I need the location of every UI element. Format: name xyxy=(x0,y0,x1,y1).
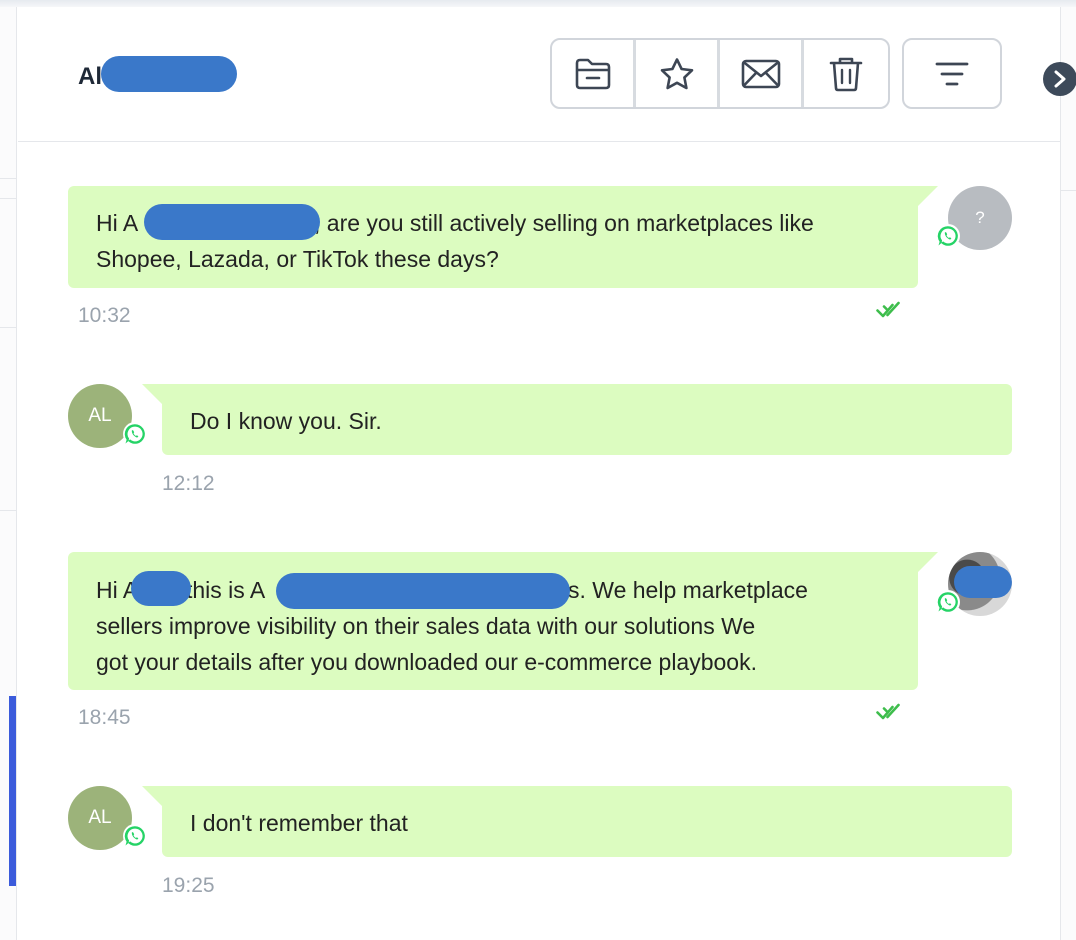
top-divider xyxy=(0,0,1076,7)
contact-name[interactable]: Al xyxy=(78,63,102,91)
delete-button[interactable] xyxy=(804,40,888,107)
bubble-tail xyxy=(918,552,938,572)
message-timestamp: 12:12 xyxy=(162,472,215,495)
message-text: sellers improve visibility on their sale… xyxy=(96,613,756,639)
details-panel-edge xyxy=(1060,7,1076,940)
message-text: s. We help marketplace xyxy=(568,577,808,603)
archive-button[interactable] xyxy=(552,40,636,107)
trash-icon xyxy=(829,57,863,91)
list-divider xyxy=(0,510,16,511)
whatsapp-icon xyxy=(123,824,147,848)
message-text: , are you still actively selling on mark… xyxy=(314,210,814,236)
whatsapp-icon xyxy=(936,224,960,248)
double-check-icon xyxy=(876,301,900,318)
whatsapp-icon xyxy=(123,422,147,446)
message-timestamp: 19:25 xyxy=(162,874,215,897)
conversation-list-edge xyxy=(0,7,17,940)
message-text: Do I know you. Sir. xyxy=(190,408,382,434)
message-timestamp: 10:32 xyxy=(78,304,131,327)
star-button[interactable] xyxy=(636,40,720,107)
redaction-mark xyxy=(144,204,320,240)
message-text: Shopee, Lazada, or TikTok these days? xyxy=(96,246,499,272)
list-divider xyxy=(0,178,16,179)
message-text: Hi A xyxy=(96,210,139,236)
email-button[interactable] xyxy=(720,40,804,107)
panel-divider xyxy=(1061,190,1076,191)
bubble-tail xyxy=(142,786,162,806)
list-divider xyxy=(0,327,16,328)
message-bubble-outgoing[interactable]: Hi A , are you still actively selling on… xyxy=(68,186,918,288)
filter-lines-icon xyxy=(935,62,969,85)
filter-button[interactable] xyxy=(902,38,1002,109)
redaction-mark xyxy=(954,566,1012,598)
message-bubble-outgoing[interactable]: Hi A this is A s. We help marketplace se… xyxy=(68,552,918,690)
list-divider xyxy=(0,198,16,199)
folder-minus-icon xyxy=(575,58,610,89)
message-bubble-incoming[interactable]: I don't remember that xyxy=(162,786,1012,857)
message-timestamp: 18:45 xyxy=(78,706,131,729)
message-text: I don't remember that xyxy=(190,810,408,836)
chevron-right-icon xyxy=(1054,70,1066,88)
message-text: this is A xyxy=(186,577,266,603)
chat-header: Al xyxy=(18,7,1060,142)
envelope-icon xyxy=(741,59,780,88)
message-bubble-incoming[interactable]: Do I know you. Sir. xyxy=(162,384,1012,455)
active-conversation-indicator xyxy=(9,696,16,886)
redaction-mark xyxy=(276,573,570,609)
message-text: got your details after you downloaded ou… xyxy=(96,649,757,675)
double-check-icon xyxy=(876,703,900,720)
star-icon xyxy=(660,57,693,89)
bubble-tail xyxy=(918,186,938,206)
redaction-mark xyxy=(101,56,237,92)
bubble-tail xyxy=(142,384,162,404)
chat-actions-toolbar xyxy=(550,38,890,109)
whatsapp-icon xyxy=(936,590,960,614)
next-panel-button[interactable] xyxy=(1043,62,1076,96)
redaction-mark xyxy=(131,571,191,606)
